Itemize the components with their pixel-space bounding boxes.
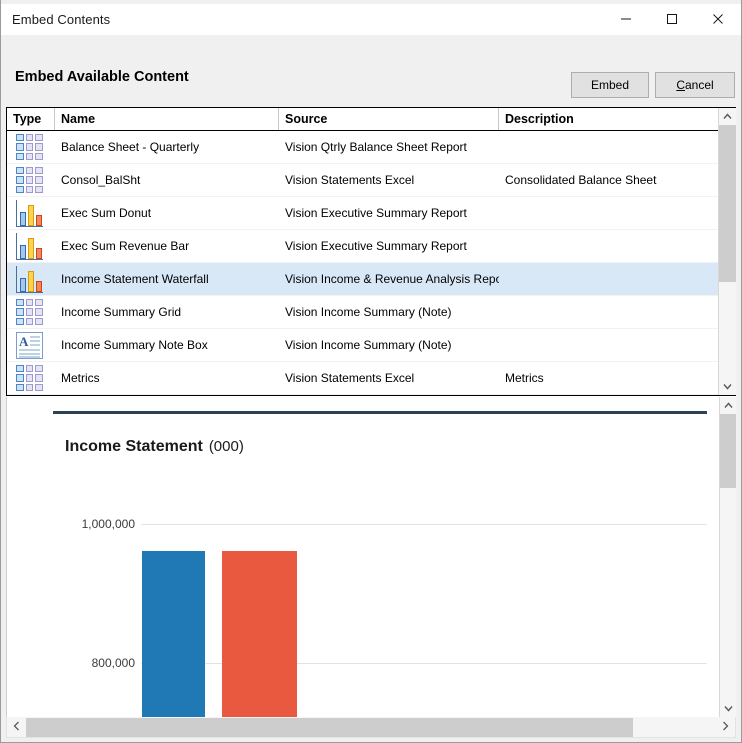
- embed-button[interactable]: Embed: [571, 72, 649, 98]
- row-source: Vision Statements Excel: [285, 173, 415, 187]
- chevron-right-icon: [722, 721, 729, 734]
- preview-scrollbar[interactable]: [719, 397, 736, 717]
- row-source: Vision Executive Summary Report: [285, 206, 467, 220]
- scroll-thumb[interactable]: [718, 125, 736, 282]
- row-source: Vision Income Summary (Note): [285, 305, 452, 319]
- grid-header-row: Type Name Source Description: [7, 108, 718, 131]
- content-list-inner: Type Name Source Description Balance She…: [7, 108, 718, 395]
- row-name: Income Summary Note Box: [61, 338, 208, 352]
- chart-plot-area: 1,000,000800,000600,000400,000961,134(62…: [53, 482, 707, 717]
- row-type-icon: [7, 199, 55, 227]
- grid-body: Balance Sheet - Quarterly Vision Qtrly Ba…: [7, 131, 718, 395]
- chart-preview[interactable]: Income Statement(000) IncreaseDecreaseTo…: [7, 397, 719, 717]
- y-axis-tick-label: 800,000: [91, 656, 135, 671]
- content-list-scrollbar[interactable]: [718, 108, 736, 395]
- gridline: [141, 523, 707, 525]
- minimize-icon: [620, 13, 632, 25]
- row-name: Balance Sheet - Quarterly: [61, 140, 200, 154]
- preview-scroll-thumb[interactable]: [719, 414, 736, 489]
- preview-horizontal-scrollbar[interactable]: [6, 717, 736, 738]
- row-type-icon: [7, 298, 55, 326]
- scroll-up-button[interactable]: [718, 108, 736, 125]
- page-title: Embed Available Content: [15, 69, 189, 85]
- row-name: Exec Sum Donut: [61, 206, 152, 220]
- table-row[interactable]: Exec Sum Donut Vision Executive Summary R…: [7, 197, 718, 230]
- chart-icon: [16, 199, 43, 227]
- minimize-button[interactable]: [603, 4, 649, 34]
- row-type-icon: [7, 364, 55, 392]
- row-type-icon: [7, 133, 55, 161]
- header-band: Embed Available Content Embed Cancel Hid…: [1, 35, 741, 131]
- row-source: Vision Income & Revenue Analysis Report: [285, 272, 499, 286]
- row-name: Exec Sum Revenue Bar: [61, 239, 190, 253]
- table-row[interactable]: Metrics Vision Statements Excel Metrics: [7, 362, 718, 395]
- table-row[interactable]: Income Statement Waterfall Vision Income …: [7, 263, 718, 296]
- column-header-description[interactable]: Description: [499, 108, 718, 130]
- hscroll-right-button[interactable]: [716, 718, 735, 737]
- close-button[interactable]: [695, 4, 741, 34]
- hscroll-left-button[interactable]: [7, 718, 26, 737]
- chevron-left-icon: [13, 721, 20, 734]
- chart-bar: [142, 550, 205, 717]
- row-name: Income Statement Waterfall: [61, 272, 209, 286]
- content-list: Type Name Source Description Balance She…: [6, 107, 736, 396]
- scroll-track[interactable]: [718, 125, 736, 378]
- row-name: Metrics: [61, 371, 100, 385]
- table-row[interactable]: Exec Sum Revenue Bar Vision Executive Sum…: [7, 230, 718, 263]
- maximize-button[interactable]: [649, 4, 695, 34]
- chart-top-rule: [53, 411, 707, 414]
- chevron-up-icon: [723, 401, 733, 411]
- grid-icon: [16, 364, 43, 392]
- chevron-up-icon: [722, 112, 732, 122]
- row-type-icon: [7, 265, 55, 293]
- column-header-source[interactable]: Source: [279, 108, 499, 130]
- grid-icon: [16, 298, 43, 326]
- cancel-button-label: Cancel: [676, 78, 714, 92]
- embed-button-label: Embed: [590, 78, 630, 92]
- preview-scroll-down-button[interactable]: [719, 700, 736, 717]
- row-type-icon: A: [7, 331, 55, 359]
- grid-icon: [16, 133, 43, 161]
- row-source: Vision Executive Summary Report: [285, 239, 467, 253]
- row-source: Vision Statements Excel: [285, 371, 415, 385]
- table-row[interactable]: A Income Summary Note Box Vision Income Su…: [7, 329, 718, 362]
- scroll-down-button[interactable]: [718, 378, 736, 395]
- row-description: Consolidated Balance Sheet: [505, 173, 657, 187]
- table-row[interactable]: Balance Sheet - Quarterly Vision Qtrly Ba…: [7, 131, 718, 164]
- hscroll-track[interactable]: [26, 717, 716, 737]
- chart-title-text: Income Statement: [65, 438, 203, 455]
- row-source: Vision Income Summary (Note): [285, 338, 452, 352]
- chart-icon: [16, 265, 43, 293]
- chart-bar: [222, 550, 297, 717]
- row-source: Vision Qtrly Balance Sheet Report: [285, 140, 467, 154]
- title-bar: Embed Contents: [1, 4, 741, 35]
- preview-scroll-track[interactable]: [719, 414, 736, 700]
- hscroll-thumb[interactable]: [26, 717, 634, 737]
- table-row[interactable]: Consol_BalSht Vision Statements Excel Cons…: [7, 164, 718, 197]
- close-icon: [712, 13, 724, 25]
- window-controls: [603, 4, 741, 34]
- grid-icon: [16, 166, 43, 194]
- row-name: Income Summary Grid: [61, 305, 182, 319]
- row-type-icon: [7, 166, 55, 194]
- preview-panel: Income Statement(000) IncreaseDecreaseTo…: [6, 396, 736, 717]
- row-name: Consol_BalSht: [61, 173, 141, 187]
- embed-contents-window: Embed Contents Embed Available Content E…: [0, 0, 742, 743]
- chevron-down-icon: [723, 704, 733, 714]
- chevron-down-icon: [722, 382, 732, 392]
- maximize-icon: [666, 13, 678, 25]
- chart-subtitle-text: (000): [208, 438, 244, 455]
- note-icon: A: [16, 331, 43, 359]
- chart-icon: [16, 232, 43, 260]
- column-header-name[interactable]: Name: [55, 108, 279, 130]
- column-header-type[interactable]: Type: [7, 108, 55, 130]
- window-title: Embed Contents: [12, 11, 111, 27]
- preview-scroll-up-button[interactable]: [719, 397, 736, 414]
- table-row[interactable]: Income Summary Grid Vision Income Summary…: [7, 296, 718, 329]
- row-description: Metrics: [505, 371, 544, 385]
- row-type-icon: [7, 232, 55, 260]
- y-axis-tick-label: 1,000,000: [81, 516, 135, 531]
- chart-title: Income Statement (000): [65, 438, 244, 456]
- cancel-button[interactable]: Cancel: [655, 72, 735, 98]
